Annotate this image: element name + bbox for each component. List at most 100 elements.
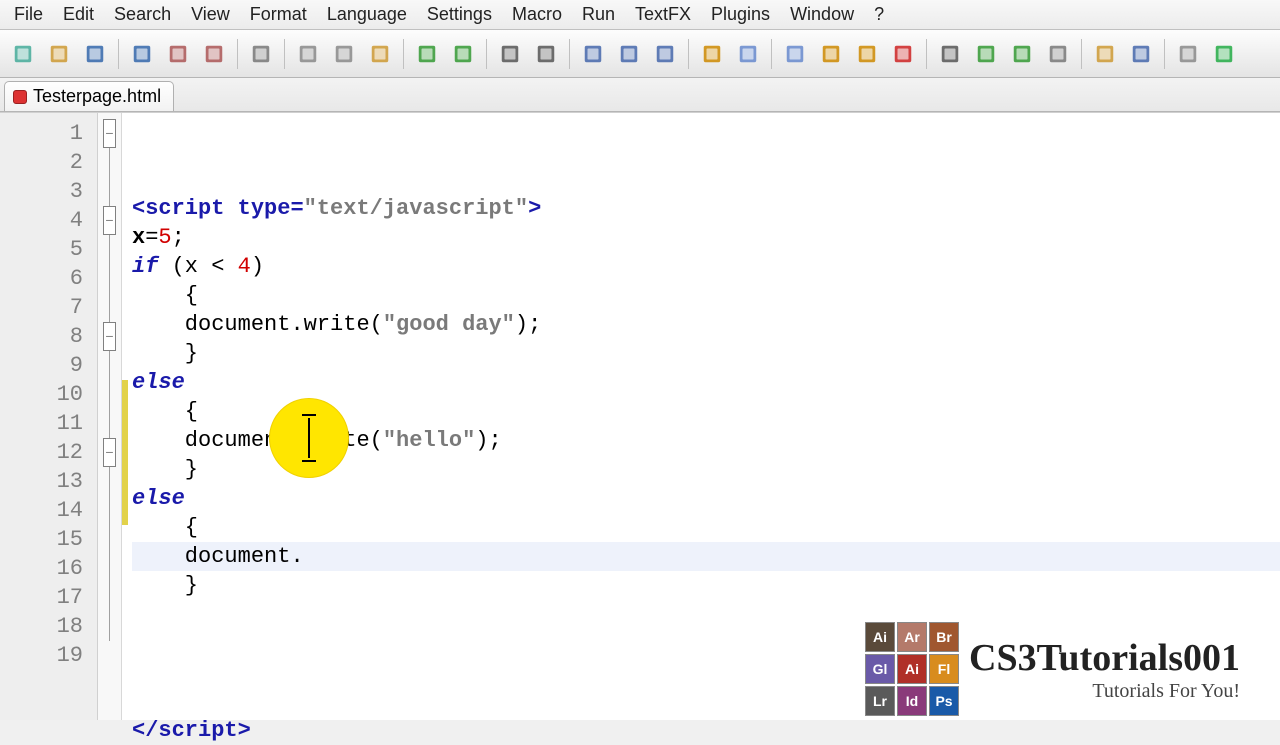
code-line[interactable]: <script type="text/javascript"> — [132, 194, 1280, 223]
code-line[interactable]: document.write("good day"); — [132, 310, 1280, 339]
fold-guide — [109, 554, 110, 583]
watermark-icon: Ai — [897, 654, 927, 684]
closeall-icon — [203, 43, 225, 65]
undo-button[interactable] — [410, 37, 444, 71]
menu-edit[interactable]: Edit — [53, 1, 104, 28]
cut-button[interactable] — [291, 37, 325, 71]
copy-button[interactable] — [327, 37, 361, 71]
code-line[interactable]: else — [132, 368, 1280, 397]
redo-icon — [452, 43, 474, 65]
playfast-button[interactable] — [1005, 37, 1039, 71]
code-line[interactable]: } — [132, 339, 1280, 368]
code-line[interactable]: if (x < 4) — [132, 252, 1280, 281]
fold-guide — [109, 380, 110, 409]
menu-run[interactable]: Run — [572, 1, 625, 28]
fold-guide — [109, 148, 110, 177]
close-button[interactable] — [161, 37, 195, 71]
new-button[interactable] — [6, 37, 40, 71]
line-number: 12 — [0, 438, 97, 467]
code-line[interactable]: { — [132, 513, 1280, 542]
line-number: 14 — [0, 496, 97, 525]
menu-file[interactable]: File — [4, 1, 53, 28]
print-button[interactable] — [244, 37, 278, 71]
menu-language[interactable]: Language — [317, 1, 417, 28]
fold-guide — [109, 467, 110, 496]
fold-guide — [109, 235, 110, 264]
watermark-icon: Br — [929, 622, 959, 652]
menu-view[interactable]: View — [181, 1, 240, 28]
redo-button[interactable] — [446, 37, 480, 71]
line-number: 10 — [0, 380, 97, 409]
new-icon — [12, 43, 34, 65]
guide-button[interactable] — [814, 37, 848, 71]
saveall-button[interactable] — [125, 37, 159, 71]
fold-gutter[interactable]: − − − − — [98, 113, 122, 720]
code-line[interactable]: </script> — [132, 716, 1280, 745]
fold-guide — [109, 525, 110, 554]
play-icon — [975, 43, 997, 65]
browser-icon — [1130, 43, 1152, 65]
menu-window[interactable]: Window — [780, 1, 864, 28]
watermark-icon: Ps — [929, 686, 959, 716]
watermark-icon: Ar — [897, 622, 927, 652]
code-line[interactable]: document. — [132, 542, 1280, 571]
indent-icon — [784, 43, 806, 65]
menu-help[interactable]: ? — [864, 1, 894, 28]
paste-button[interactable] — [363, 37, 397, 71]
tutorial-watermark: AiArBrGlAiFlLrIdPs CS3Tutorials001 Tutor… — [865, 622, 1240, 716]
guide-icon — [820, 43, 842, 65]
save-button[interactable] — [78, 37, 112, 71]
replace-button[interactable] — [529, 37, 563, 71]
toolbar — [0, 30, 1280, 78]
open-button[interactable] — [42, 37, 76, 71]
sync-button[interactable] — [648, 37, 682, 71]
fold-toggle[interactable]: − — [103, 438, 116, 467]
play-button[interactable] — [969, 37, 1003, 71]
code-line[interactable]: } — [132, 571, 1280, 600]
show-all-button[interactable] — [731, 37, 765, 71]
watermark-icon: Lr — [865, 686, 895, 716]
fold-icon — [856, 43, 878, 65]
cursor-highlight-annotation — [270, 399, 348, 477]
fold-toggle[interactable]: − — [103, 206, 116, 235]
code-line[interactable]: { — [132, 281, 1280, 310]
line-number: 16 — [0, 554, 97, 583]
indent-button[interactable] — [778, 37, 812, 71]
code-line[interactable]: else — [132, 484, 1280, 513]
record-button[interactable] — [886, 37, 920, 71]
menu-settings[interactable]: Settings — [417, 1, 502, 28]
doc-button[interactable] — [1171, 37, 1205, 71]
closeall-button[interactable] — [197, 37, 231, 71]
line-number: 18 — [0, 612, 97, 641]
menu-search[interactable]: Search — [104, 1, 181, 28]
check-button[interactable] — [1207, 37, 1241, 71]
menu-plugins[interactable]: Plugins — [701, 1, 780, 28]
fold-toggle[interactable]: − — [103, 322, 116, 351]
code-line[interactable]: x=5; — [132, 223, 1280, 252]
folder-button[interactable] — [1088, 37, 1122, 71]
line-number: 1 — [0, 119, 97, 148]
menu-macro[interactable]: Macro — [502, 1, 572, 28]
save-macro-button[interactable] — [1041, 37, 1075, 71]
find-button[interactable] — [493, 37, 527, 71]
wrap-button[interactable] — [695, 37, 729, 71]
stop-icon — [939, 43, 961, 65]
zoom-in-button[interactable] — [576, 37, 610, 71]
menu-textfx[interactable]: TextFX — [625, 1, 701, 28]
line-number: 13 — [0, 467, 97, 496]
tab-bar: Testerpage.html — [0, 78, 1280, 112]
record-icon — [892, 43, 914, 65]
browser-button[interactable] — [1124, 37, 1158, 71]
fold-button[interactable] — [850, 37, 884, 71]
fold-guide — [109, 177, 110, 206]
undo-icon — [416, 43, 438, 65]
watermark-icon: Gl — [865, 654, 895, 684]
wrap-icon — [701, 43, 723, 65]
line-number: 17 — [0, 583, 97, 612]
tab-testerpage[interactable]: Testerpage.html — [4, 81, 174, 111]
save-icon — [84, 43, 106, 65]
menu-format[interactable]: Format — [240, 1, 317, 28]
fold-toggle[interactable]: − — [103, 119, 116, 148]
stop-button[interactable] — [933, 37, 967, 71]
zoom-out-button[interactable] — [612, 37, 646, 71]
